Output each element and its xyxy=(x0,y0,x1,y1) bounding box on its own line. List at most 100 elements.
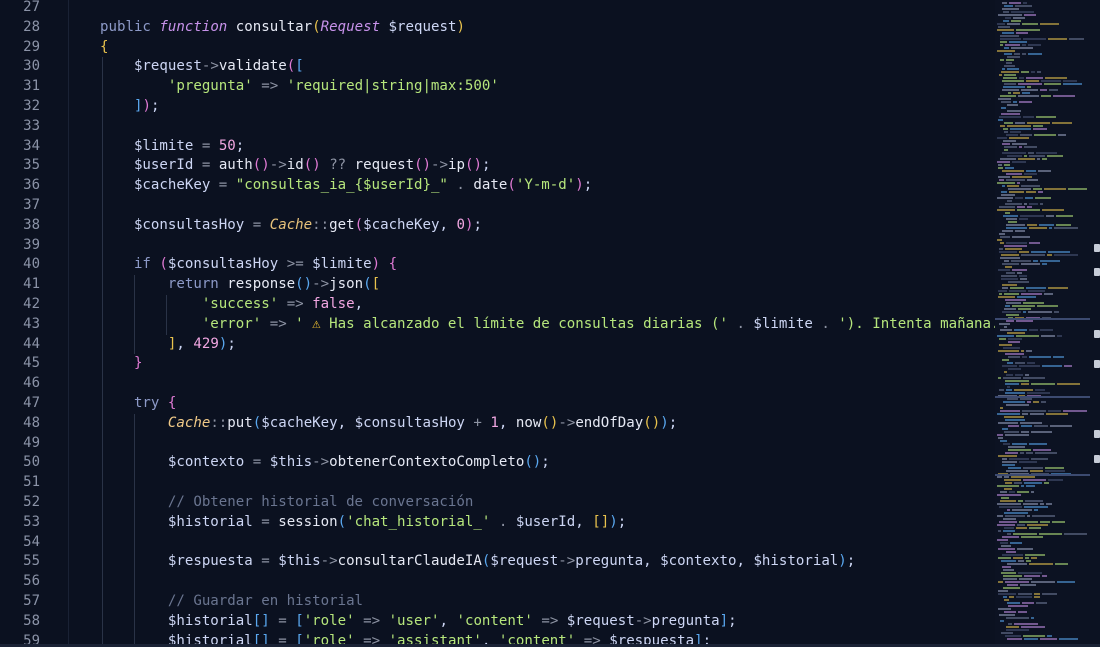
minimap-line xyxy=(1023,377,1045,379)
code-token: ( xyxy=(159,256,168,273)
line-number: 52 xyxy=(23,494,40,510)
code-line[interactable]: $contexto = $this->obtenerContextoComple… xyxy=(100,453,550,473)
code-token: ; xyxy=(728,612,737,629)
minimap-line xyxy=(998,581,1003,583)
minimap-line xyxy=(1059,638,1078,640)
minimap-line xyxy=(1001,497,1009,499)
minimap-line xyxy=(1012,509,1032,511)
minimap-line xyxy=(1003,215,1018,217)
code-line[interactable]: $respuesta = $this->consultarClaudeIA($r… xyxy=(100,552,855,572)
minimap-line xyxy=(1000,407,1003,409)
code-token: ; xyxy=(150,98,160,114)
minimap-line xyxy=(998,167,1003,169)
minimap-line xyxy=(1004,83,1016,85)
code-line[interactable]: // Guardar en historial xyxy=(100,592,363,612)
code-line[interactable]: // Obtener historial de conversación xyxy=(100,493,473,513)
code-token: = xyxy=(261,513,279,530)
minimap-line xyxy=(1030,470,1043,472)
minimap-line xyxy=(1004,416,1024,418)
line-number: 58 xyxy=(23,612,40,629)
minimap-line xyxy=(1033,449,1051,451)
minimap-line xyxy=(1004,308,1016,310)
code-line[interactable]: $cacheKey = "consultas_ia_{$userId}_" . … xyxy=(100,176,592,196)
minimap-line xyxy=(1002,143,1010,145)
minimap-line xyxy=(1007,584,1018,586)
code-line[interactable]: $userId = auth()->id() ?? request()->ip(… xyxy=(100,156,491,176)
minimap[interactable] xyxy=(995,0,1100,647)
minimap-line xyxy=(1027,524,1048,526)
minimap-line xyxy=(999,389,1004,391)
code-token: () xyxy=(295,276,313,293)
minimap-line xyxy=(1024,14,1036,16)
code-token: endOfDay xyxy=(575,414,644,431)
scrollbar[interactable] xyxy=(1090,0,1100,647)
code-token: $request xyxy=(388,18,457,35)
minimap-line xyxy=(1040,203,1043,205)
minimap-line xyxy=(1000,41,1007,43)
minimap-line xyxy=(1015,374,1023,376)
code-token: $historial xyxy=(100,513,262,530)
code-line[interactable]: ], 429); xyxy=(100,335,236,355)
minimap-line xyxy=(1020,584,1036,586)
code-line[interactable]: public function consultar(Request $reque… xyxy=(100,18,465,38)
minimap-line xyxy=(1022,23,1038,25)
minimap-line xyxy=(1014,53,1020,55)
code-line[interactable]: try { xyxy=(100,394,176,414)
code-editor[interactable]: 27 28 29 30 31 32 33 34 35 36 37 38 39 40 41 42 43 44 45 46… xyxy=(0,0,995,647)
code-line[interactable]: return response()->json([ xyxy=(100,275,380,295)
minimap-line xyxy=(998,269,1010,271)
minimap-line xyxy=(1007,602,1020,604)
code-line[interactable]: $limite = 50; xyxy=(100,137,244,157)
code-line[interactable]: $historial[] = ['role' => 'user', 'conte… xyxy=(100,612,737,632)
code-token: $respuesta xyxy=(100,553,262,570)
code-line[interactable]: $request->validate([ xyxy=(100,57,304,77)
minimap-line xyxy=(1005,383,1019,385)
minimap-line xyxy=(1036,116,1056,118)
minimap-line xyxy=(1029,563,1053,565)
line-number: 54 xyxy=(23,533,40,550)
minimap-line xyxy=(1029,242,1040,244)
code-line[interactable]: { xyxy=(100,38,109,58)
minimap-line xyxy=(1048,287,1068,289)
code-line[interactable]: ]); xyxy=(100,97,160,117)
code-token: } xyxy=(100,355,143,372)
code-token: () xyxy=(541,414,559,431)
minimap-line xyxy=(1006,470,1028,472)
code-line[interactable]: } xyxy=(100,354,143,374)
minimap-line xyxy=(1000,158,1016,160)
code-token: -> xyxy=(269,157,287,174)
minimap-line xyxy=(1048,38,1067,40)
code-token: ] xyxy=(100,335,177,352)
minimap-line xyxy=(1002,359,1009,361)
code-token: [] xyxy=(252,612,270,629)
code-token: json xyxy=(329,276,364,293)
code-line[interactable]: 'error' => ' ⚠ Has alcanzado el límite d… xyxy=(100,315,995,335)
minimap-line xyxy=(998,455,1017,457)
code-token: => xyxy=(354,612,389,629)
code-line[interactable]: $consultasHoy = Cache::get($cacheKey, 0)… xyxy=(100,216,482,236)
minimap-line xyxy=(1001,632,1013,634)
minimap-line xyxy=(1022,410,1046,412)
minimap-line xyxy=(1047,254,1052,256)
code-token: response xyxy=(227,276,296,293)
minimap-line xyxy=(1031,458,1048,460)
minimap-line xyxy=(1006,224,1025,226)
code-line[interactable]: if ($consultasHoy >= $limite) { xyxy=(100,255,397,275)
minimap-line xyxy=(1005,203,1022,205)
minimap-line xyxy=(1004,476,1009,478)
minimap-line xyxy=(1007,104,1018,106)
minimap-line xyxy=(1049,227,1052,229)
code-line[interactable]: $historial = session('chat_historial_' .… xyxy=(100,513,626,533)
code-line[interactable]: 'success' => false, xyxy=(100,295,363,315)
code-line[interactable]: Cache::put($cacheKey, $consultasHoy + 1,… xyxy=(100,414,677,434)
code-token: 0 xyxy=(456,216,465,233)
minimap-line xyxy=(1018,500,1023,502)
code-line[interactable]: 'pregunta' => 'required|string|max:500' xyxy=(100,77,499,97)
minimap-line xyxy=(1011,47,1033,49)
code-token: = xyxy=(218,177,236,194)
minimap-line xyxy=(1033,401,1039,403)
line-number: 34 xyxy=(23,137,40,154)
minimap-line xyxy=(1019,251,1029,253)
minimap-line xyxy=(1017,206,1025,208)
minimap-line xyxy=(1023,467,1043,469)
